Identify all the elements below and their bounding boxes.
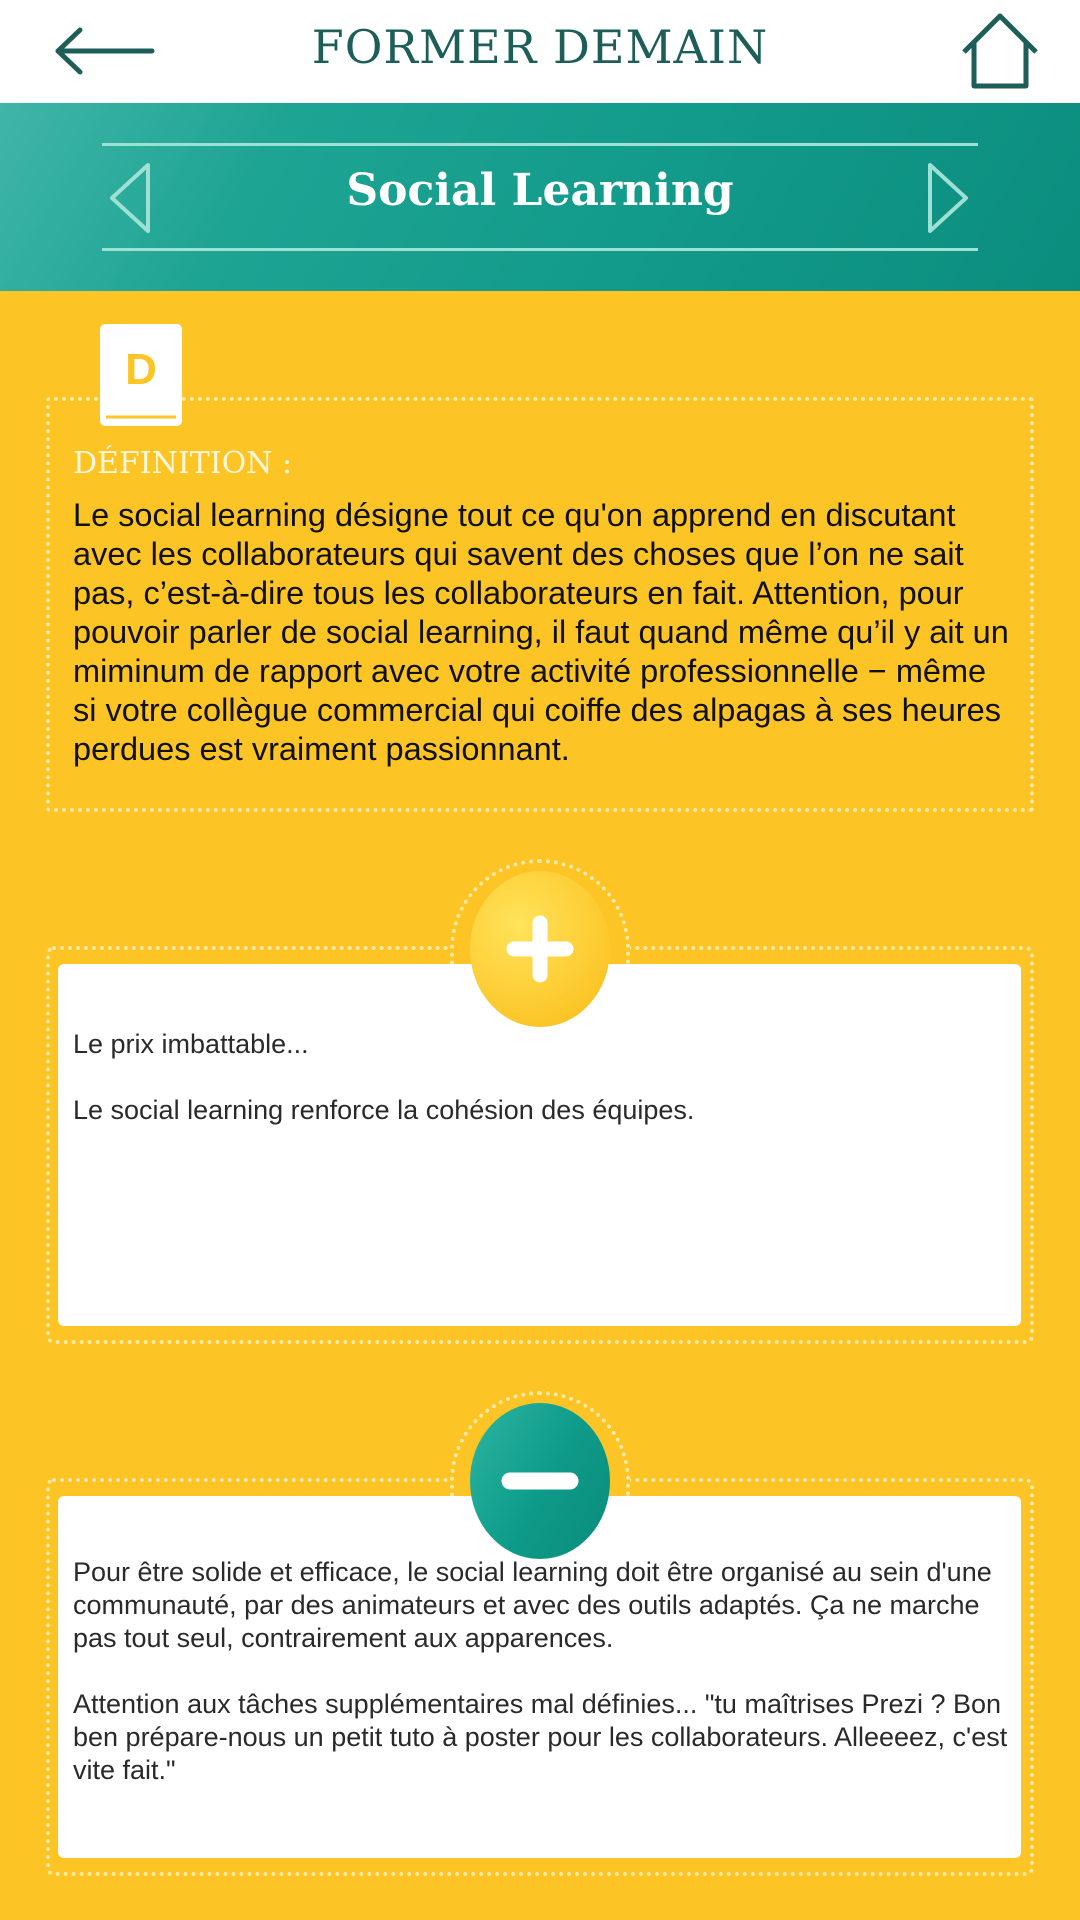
- pros-button[interactable]: [470, 871, 610, 1027]
- cons-paragraph: Attention aux tâches supplémentaires mal…: [73, 1689, 1008, 1785]
- chevron-right-icon: [928, 163, 968, 233]
- section-title: Social Learning: [346, 165, 734, 216]
- plus-icon: [506, 915, 574, 983]
- home-button[interactable]: [958, 8, 1042, 92]
- cons-paragraph: Pour être solide et efficace, le social …: [73, 1557, 992, 1653]
- next-button[interactable]: [924, 161, 972, 235]
- pros-paragraph: Le prix imbattable...: [73, 1029, 309, 1059]
- book-icon: D: [100, 324, 182, 426]
- section-banner: Social Learning: [0, 103, 1080, 291]
- banner-divider-top: [102, 143, 978, 146]
- book-icon-letter: D: [125, 345, 157, 394]
- pros-text: Le prix imbattable... Le social learning…: [73, 1028, 1018, 1160]
- definition-label: DÉFINITION :: [73, 446, 293, 481]
- banner-divider-bottom: [102, 248, 978, 251]
- pros-paragraph: Le social learning renforce la cohésion …: [73, 1095, 695, 1125]
- minus-icon: [501, 1472, 579, 1490]
- cons-button[interactable]: [470, 1403, 610, 1559]
- home-icon: [962, 13, 1038, 89]
- app-header: FORMER DEMAIN: [0, 0, 1080, 103]
- content-area: D DÉFINITION : Le social learning désign…: [0, 291, 1080, 1920]
- app-title: FORMER DEMAIN: [311, 20, 769, 74]
- cons-text: Pour être solide et efficace, le social …: [73, 1556, 1018, 1820]
- definition-text: Le social learning désigne tout ce qu'on…: [73, 497, 1009, 767]
